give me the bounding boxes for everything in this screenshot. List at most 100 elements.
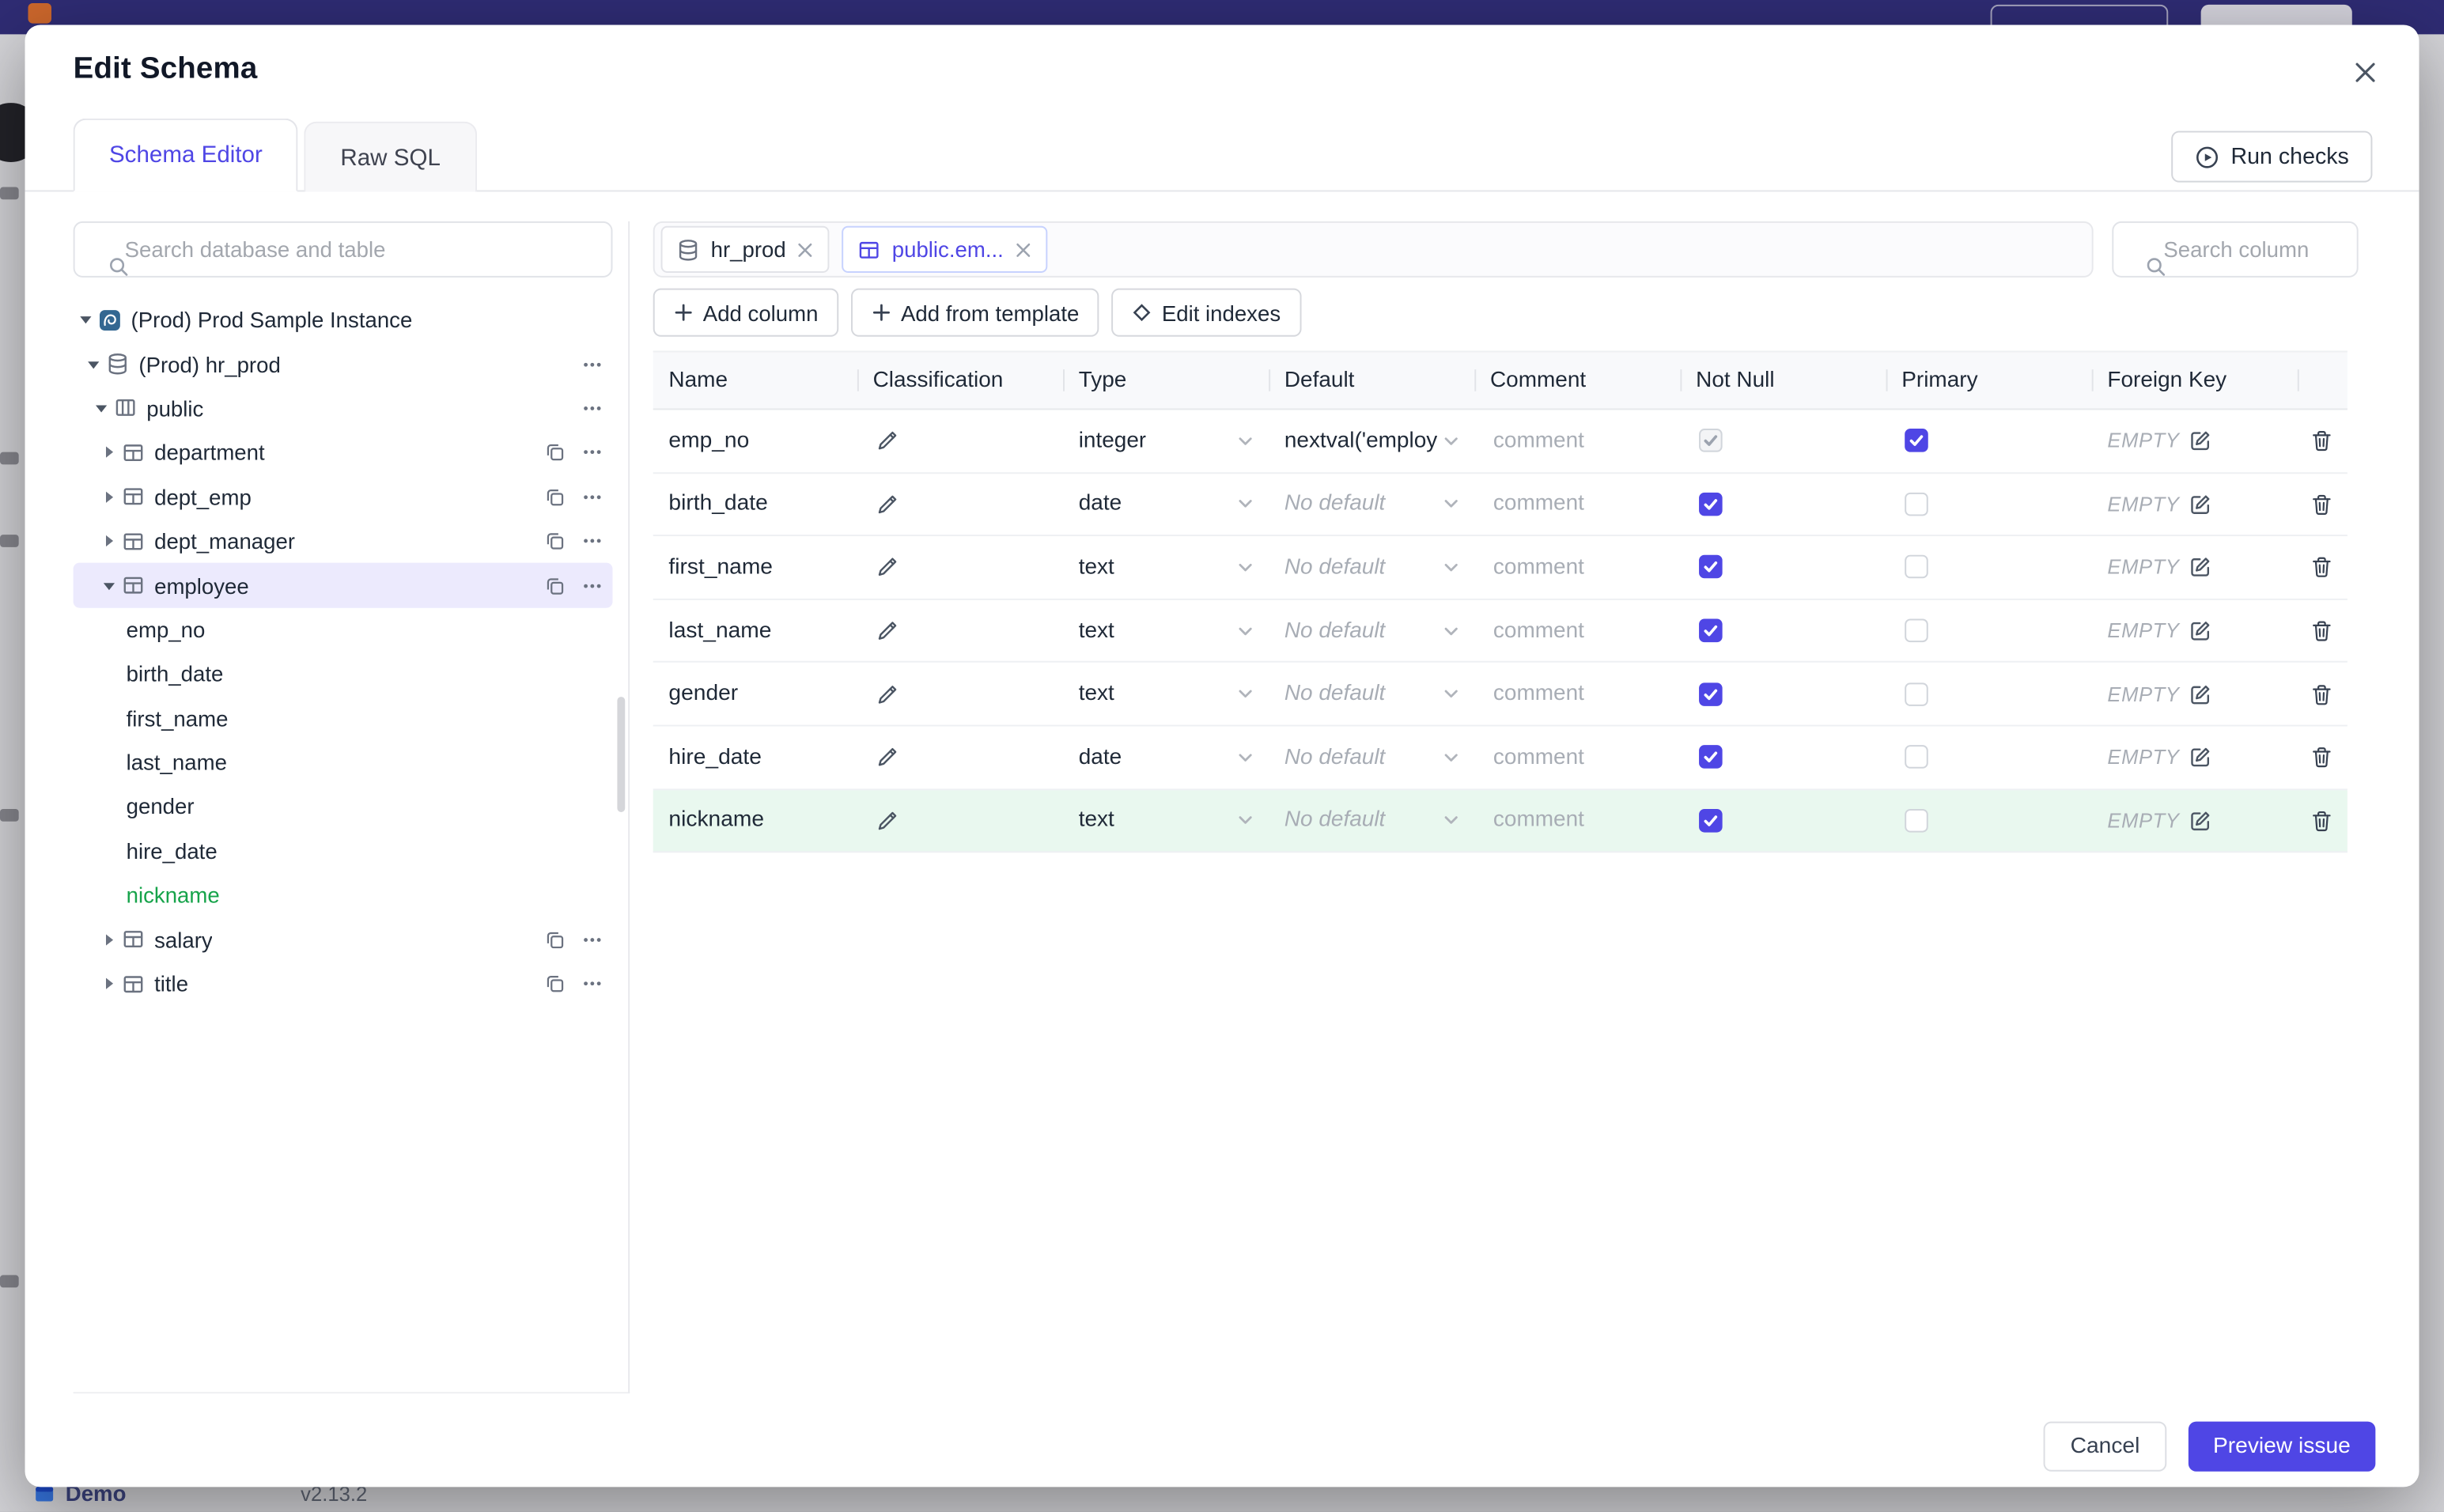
caret-down-icon[interactable] xyxy=(74,312,99,328)
edit-square-icon[interactable] xyxy=(2189,556,2212,580)
type-select[interactable]: text xyxy=(1063,536,1269,598)
copy-icon[interactable] xyxy=(544,486,566,508)
column-name-cell[interactable]: first_name xyxy=(653,536,857,598)
comment-input[interactable] xyxy=(1489,743,1660,772)
editor-tab-hr-prod[interactable]: hr_prod xyxy=(660,225,830,273)
comment-input[interactable] xyxy=(1489,679,1660,709)
copy-icon[interactable] xyxy=(544,973,566,995)
add-from-template-button[interactable]: Add from template xyxy=(850,288,1099,337)
comment-input[interactable] xyxy=(1489,616,1660,645)
dots-icon[interactable] xyxy=(581,442,603,464)
tree-column-emp-no[interactable]: emp_no xyxy=(74,607,613,652)
dots-icon[interactable] xyxy=(581,530,603,552)
caret-right-icon[interactable] xyxy=(96,976,122,992)
foreign-key-cell[interactable]: EMPTY xyxy=(2092,536,2298,598)
default-select[interactable]: No default xyxy=(1269,536,1474,598)
caret-right-icon[interactable] xyxy=(96,533,122,549)
caret-right-icon[interactable] xyxy=(96,444,122,460)
tree-item-dept-emp[interactable]: dept_emp xyxy=(74,474,613,519)
trash-icon[interactable] xyxy=(2310,619,2334,643)
not-null-checkbox[interactable] xyxy=(1699,618,1723,643)
edit-square-icon[interactable] xyxy=(2189,429,2212,453)
column-name-cell[interactable]: hire_date xyxy=(653,726,857,788)
pencil-icon[interactable] xyxy=(876,619,900,643)
dots-icon[interactable] xyxy=(581,574,603,596)
tree-search-input[interactable] xyxy=(73,221,613,278)
tab-raw-sql[interactable]: Raw SQL xyxy=(305,121,477,192)
close-icon[interactable] xyxy=(797,241,815,259)
column-name-cell[interactable]: emp_no xyxy=(653,410,857,471)
primary-checkbox[interactable] xyxy=(1905,555,1928,580)
column-name-cell[interactable]: gender xyxy=(653,663,857,724)
edit-square-icon[interactable] xyxy=(2189,746,2212,769)
trash-icon[interactable] xyxy=(2310,493,2334,516)
not-null-checkbox[interactable] xyxy=(1699,555,1723,580)
tree-item-employee[interactable]: employee xyxy=(73,563,613,608)
edit-square-icon[interactable] xyxy=(2189,493,2212,516)
tree-column-last-name[interactable]: last_name xyxy=(74,740,613,784)
trash-icon[interactable] xyxy=(2310,809,2334,833)
preview-issue-button[interactable]: Preview issue xyxy=(2188,1421,2376,1472)
column-name-cell[interactable]: birth_date xyxy=(653,473,857,535)
trash-icon[interactable] xyxy=(2310,682,2334,706)
not-null-checkbox[interactable] xyxy=(1699,492,1723,516)
foreign-key-cell[interactable]: EMPTY xyxy=(2092,726,2298,788)
close-button[interactable] xyxy=(2348,55,2382,89)
edit-square-icon[interactable] xyxy=(2189,682,2212,706)
caret-down-icon[interactable] xyxy=(96,577,122,593)
foreign-key-cell[interactable]: EMPTY xyxy=(2092,789,2298,851)
not-null-checkbox[interactable] xyxy=(1699,808,1723,833)
pencil-icon[interactable] xyxy=(876,809,900,833)
not-null-checkbox[interactable] xyxy=(1699,682,1723,706)
tree-column-first-name[interactable]: first_name xyxy=(74,696,613,740)
type-select[interactable]: date xyxy=(1063,473,1269,535)
cancel-button[interactable]: Cancel xyxy=(2044,1421,2166,1472)
default-select[interactable]: No default xyxy=(1269,789,1474,851)
tree-item-prod-prod-sample-instance[interactable]: (Prod) Prod Sample Instance xyxy=(74,297,613,342)
edit-square-icon[interactable] xyxy=(2189,619,2212,643)
tree-item-prod-hr-prod[interactable]: (Prod) hr_prod xyxy=(74,342,613,386)
caret-right-icon[interactable] xyxy=(96,932,122,947)
pencil-icon[interactable] xyxy=(876,682,900,706)
column-name-cell[interactable]: nickname xyxy=(653,789,857,851)
dots-icon[interactable] xyxy=(581,486,603,508)
comment-input[interactable] xyxy=(1489,490,1660,519)
type-select[interactable]: date xyxy=(1063,726,1269,788)
not-null-checkbox[interactable] xyxy=(1699,745,1723,769)
tree-column-hire-date[interactable]: hire_date xyxy=(74,829,613,873)
default-select[interactable]: No default xyxy=(1269,473,1474,535)
tree-item-department[interactable]: department xyxy=(74,430,613,474)
tree-column-gender[interactable]: gender xyxy=(74,784,613,829)
dots-icon[interactable] xyxy=(581,973,603,995)
primary-checkbox[interactable] xyxy=(1905,492,1928,516)
comment-input[interactable] xyxy=(1489,553,1660,582)
primary-checkbox[interactable] xyxy=(1905,429,1928,453)
tree-item-salary[interactable]: salary xyxy=(74,917,613,962)
default-select[interactable]: No default xyxy=(1269,599,1474,661)
primary-checkbox[interactable] xyxy=(1905,682,1928,706)
tree-item-public[interactable]: public xyxy=(74,386,613,430)
column-name-cell[interactable]: last_name xyxy=(653,599,857,661)
type-select[interactable]: text xyxy=(1063,599,1269,661)
default-select[interactable]: No default xyxy=(1269,663,1474,724)
caret-down-icon[interactable] xyxy=(81,357,106,372)
default-select[interactable]: nextval('employ xyxy=(1269,410,1474,471)
dots-icon[interactable] xyxy=(581,353,603,376)
dots-icon[interactable] xyxy=(581,398,603,420)
copy-icon[interactable] xyxy=(544,530,566,552)
trash-icon[interactable] xyxy=(2310,556,2334,580)
editor-tab-public-em[interactable]: public.em... xyxy=(842,225,1048,273)
primary-checkbox[interactable] xyxy=(1905,745,1928,769)
type-select[interactable]: integer xyxy=(1063,410,1269,471)
foreign-key-cell[interactable]: EMPTY xyxy=(2092,473,2298,535)
dots-icon[interactable] xyxy=(581,928,603,951)
copy-icon[interactable] xyxy=(544,574,566,596)
tree-column-birth-date[interactable]: birth_date xyxy=(74,652,613,696)
pencil-icon[interactable] xyxy=(876,429,900,453)
add-column-button[interactable]: Add column xyxy=(653,288,839,337)
foreign-key-cell[interactable]: EMPTY xyxy=(2092,599,2298,661)
close-icon[interactable] xyxy=(1015,241,1032,259)
copy-icon[interactable] xyxy=(544,442,566,464)
caret-down-icon[interactable] xyxy=(89,401,114,417)
trash-icon[interactable] xyxy=(2310,746,2334,769)
